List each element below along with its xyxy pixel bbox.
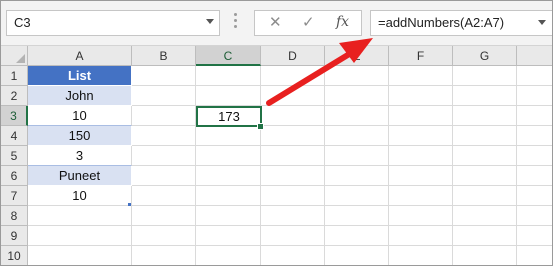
excel-window: C3 ✕ ✓ fx =addNumbers(A2:A7) A B C D E F… bbox=[0, 0, 553, 266]
red-arrow-icon bbox=[266, 38, 373, 106]
